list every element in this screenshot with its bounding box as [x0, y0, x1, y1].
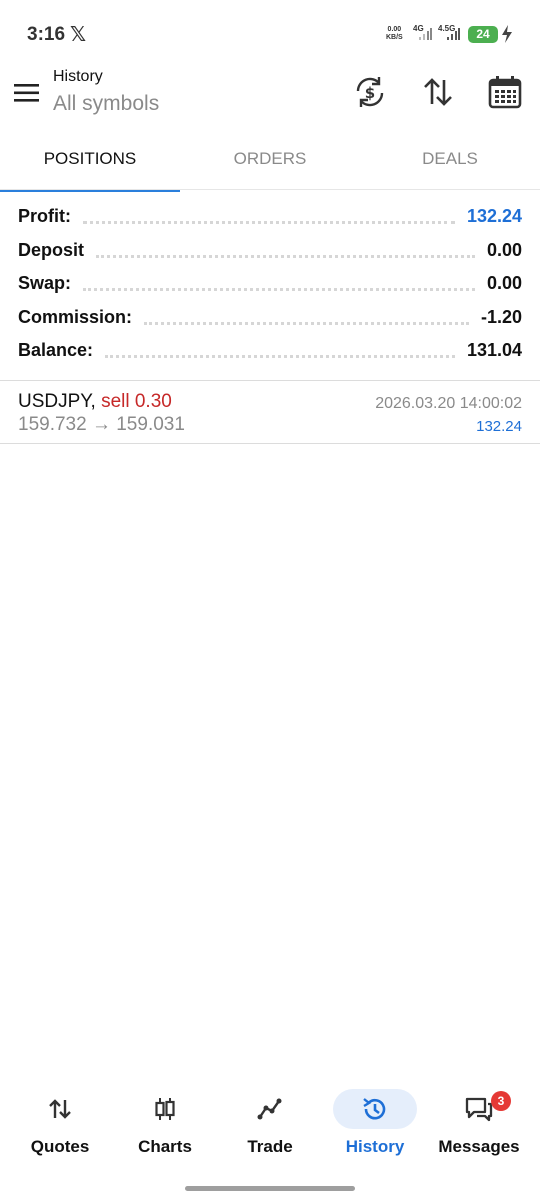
home-indicator[interactable] [185, 1186, 355, 1191]
nav-history[interactable]: History [323, 1080, 427, 1160]
history-tabs: POSITIONS ORDERS DEALS [0, 140, 540, 192]
summary-value: 0.00 [486, 273, 522, 294]
nav-label: Charts [138, 1137, 192, 1156]
summary-value: 0.00 [486, 239, 522, 260]
tab-positions[interactable]: POSITIONS [0, 140, 180, 192]
candles-icon [155, 1098, 175, 1120]
dotted-leader [105, 355, 455, 359]
nav-label: Messages [438, 1137, 520, 1156]
app-header: History All symbols $ [0, 68, 540, 130]
tab-orders[interactable]: ORDERS [180, 140, 360, 190]
summary-panel: Profit: 132.24 Deposit 0.00 Swap: 0.00 C… [18, 200, 522, 368]
summary-label: Profit: [18, 206, 71, 227]
summary-value: 132.24 [466, 206, 522, 227]
nav-label: Trade [247, 1137, 293, 1156]
summary-label: Balance: [18, 340, 94, 361]
sort-icon[interactable] [420, 74, 456, 110]
network-speed-unit: KB/S [386, 34, 403, 41]
trade-icon [257, 1098, 282, 1120]
summary-value: 131.04 [466, 340, 522, 361]
dotted-leader [144, 321, 469, 325]
signal-bars-icon-2 [447, 28, 460, 40]
tab-deals[interactable]: DEALS [360, 140, 540, 190]
dotted-leader [96, 254, 475, 258]
summary-row-swap: Swap: 0.00 [18, 267, 522, 301]
summary-divider [0, 380, 540, 381]
nav-label: Quotes [30, 1137, 90, 1156]
position-side: sell 0.30 [101, 391, 172, 412]
summary-row-balance: Balance: 131.04 [18, 334, 522, 368]
position-header: USDJPY, sell 0.30 [18, 391, 172, 413]
message-count-badge: 3 [491, 1091, 511, 1111]
symbol-filter[interactable]: All symbols [53, 92, 159, 116]
position-symbol: USDJPY, [18, 391, 96, 412]
position-time: 2026.03.20 14:00:02 [375, 395, 522, 412]
summary-value: -1.20 [480, 306, 522, 327]
summary-label: Swap: [18, 273, 72, 294]
summary-row-profit: Profit: 132.24 [18, 200, 522, 234]
signal-bars-icon [419, 28, 432, 40]
position-profit: 132.24 [476, 418, 522, 435]
summary-label: Deposit [18, 239, 85, 260]
status-bar: 3:16 𝕏 0.00 KB/S 4G 4.5G 24 [0, 0, 540, 70]
dotted-leader [83, 221, 455, 225]
summary-row-commission: Commission: -1.20 [18, 301, 522, 335]
header-subtitle: History [53, 68, 103, 85]
tabs-divider [0, 189, 540, 190]
quotes-icon [49, 1099, 71, 1119]
position-divider [0, 443, 540, 444]
nav-messages[interactable]: 3 Messages [427, 1080, 531, 1160]
position-prices: 159.732 → 159.031 [18, 414, 185, 435]
calendar-icon[interactable] [487, 74, 523, 110]
network-speed: 0.00 KB/S [386, 26, 403, 42]
battery-indicator: 24 [468, 26, 498, 43]
position-row[interactable]: USDJPY, sell 0.30 159.732 → 159.031 2026… [18, 385, 522, 443]
nav-label: History [345, 1137, 405, 1156]
summary-label: Commission: [18, 306, 133, 327]
status-time: 3:16 [27, 24, 66, 45]
bottom-navigation: Quotes Charts Trade History 3 Messages [0, 1080, 540, 1160]
nav-quotes[interactable]: Quotes [8, 1080, 112, 1160]
dotted-leader [83, 288, 475, 292]
summary-row-deposit: Deposit 0.00 [18, 234, 522, 268]
messages-icon [465, 1097, 493, 1122]
svg-text:$: $ [365, 84, 375, 102]
charging-icon [502, 25, 512, 43]
x-logo-icon: 𝕏 [70, 24, 87, 46]
network-speed-value: 0.00 [387, 26, 402, 33]
menu-icon[interactable] [12, 80, 42, 106]
nav-charts[interactable]: Charts [113, 1080, 217, 1160]
nav-trade[interactable]: Trade [218, 1080, 322, 1160]
currency-refresh-icon[interactable]: $ [352, 74, 388, 110]
history-icon [363, 1098, 386, 1120]
